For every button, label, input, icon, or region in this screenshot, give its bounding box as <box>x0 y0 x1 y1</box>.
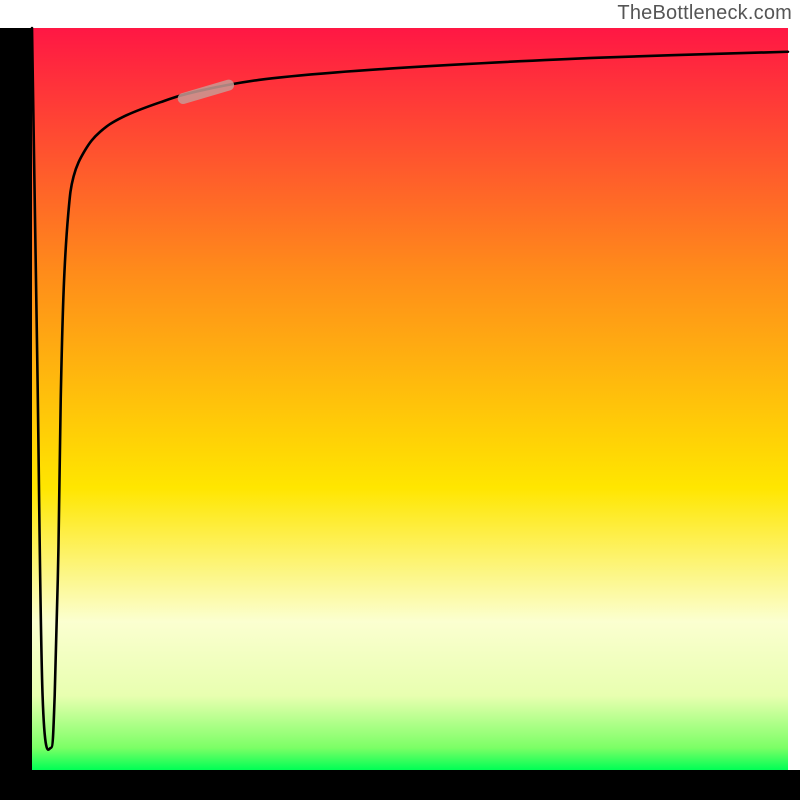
left-axis-bar <box>0 28 32 800</box>
watermark-text: TheBottleneck.com <box>617 2 792 25</box>
plot-background <box>32 28 788 770</box>
bottleneck-chart <box>0 0 800 800</box>
bottom-axis-bar <box>0 770 800 800</box>
chart-stage: TheBottleneck.com <box>0 0 800 800</box>
